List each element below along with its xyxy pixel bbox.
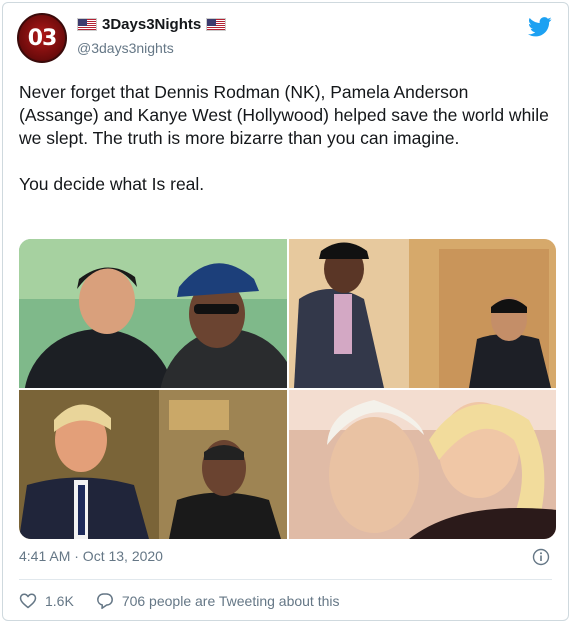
conversation-label: 706 people are Tweeting about this [121,593,340,609]
tweet-timestamp[interactable]: 4:41 AM · Oct 13, 2020 [19,548,163,564]
like-count: 1.6K [45,593,74,609]
tweet-text: Never forget that Dennis Rodman (NK), Pa… [19,81,549,196]
avatar-text: 03 [27,25,58,51]
info-icon[interactable] [532,548,550,566]
tweet-photo[interactable] [289,390,556,539]
conversation-button[interactable]: 706 people are Tweeting about this [96,592,340,610]
tweet-card[interactable]: 03 3Days3Nights @3days3nights Never forg… [2,2,569,621]
author-name-row[interactable]: 3Days3Nights [77,16,227,33]
comment-icon [96,593,113,610]
divider [19,579,552,580]
us-flag-icon [206,18,227,31]
twitter-bird-icon[interactable] [528,17,552,37]
photo-grid [19,239,556,539]
avatar[interactable]: 03 [17,13,67,63]
tweet-photo[interactable] [289,239,556,388]
display-name[interactable]: 3Days3Nights [102,16,201,33]
us-flag-icon [77,18,97,31]
like-button[interactable]: 1.6K [19,592,74,610]
author-handle[interactable]: @3days3nights [77,40,174,56]
tweet-paragraph: Never forget that Dennis Rodman (NK), Pa… [19,82,549,148]
tweet-paragraph: You decide what Is real. [19,174,205,194]
tweet-actions: 1.6K 706 people are Tweeting about this [19,592,340,610]
heart-icon [19,593,37,609]
tweet-photo[interactable] [19,390,287,539]
tweet-photo[interactable] [19,239,287,388]
